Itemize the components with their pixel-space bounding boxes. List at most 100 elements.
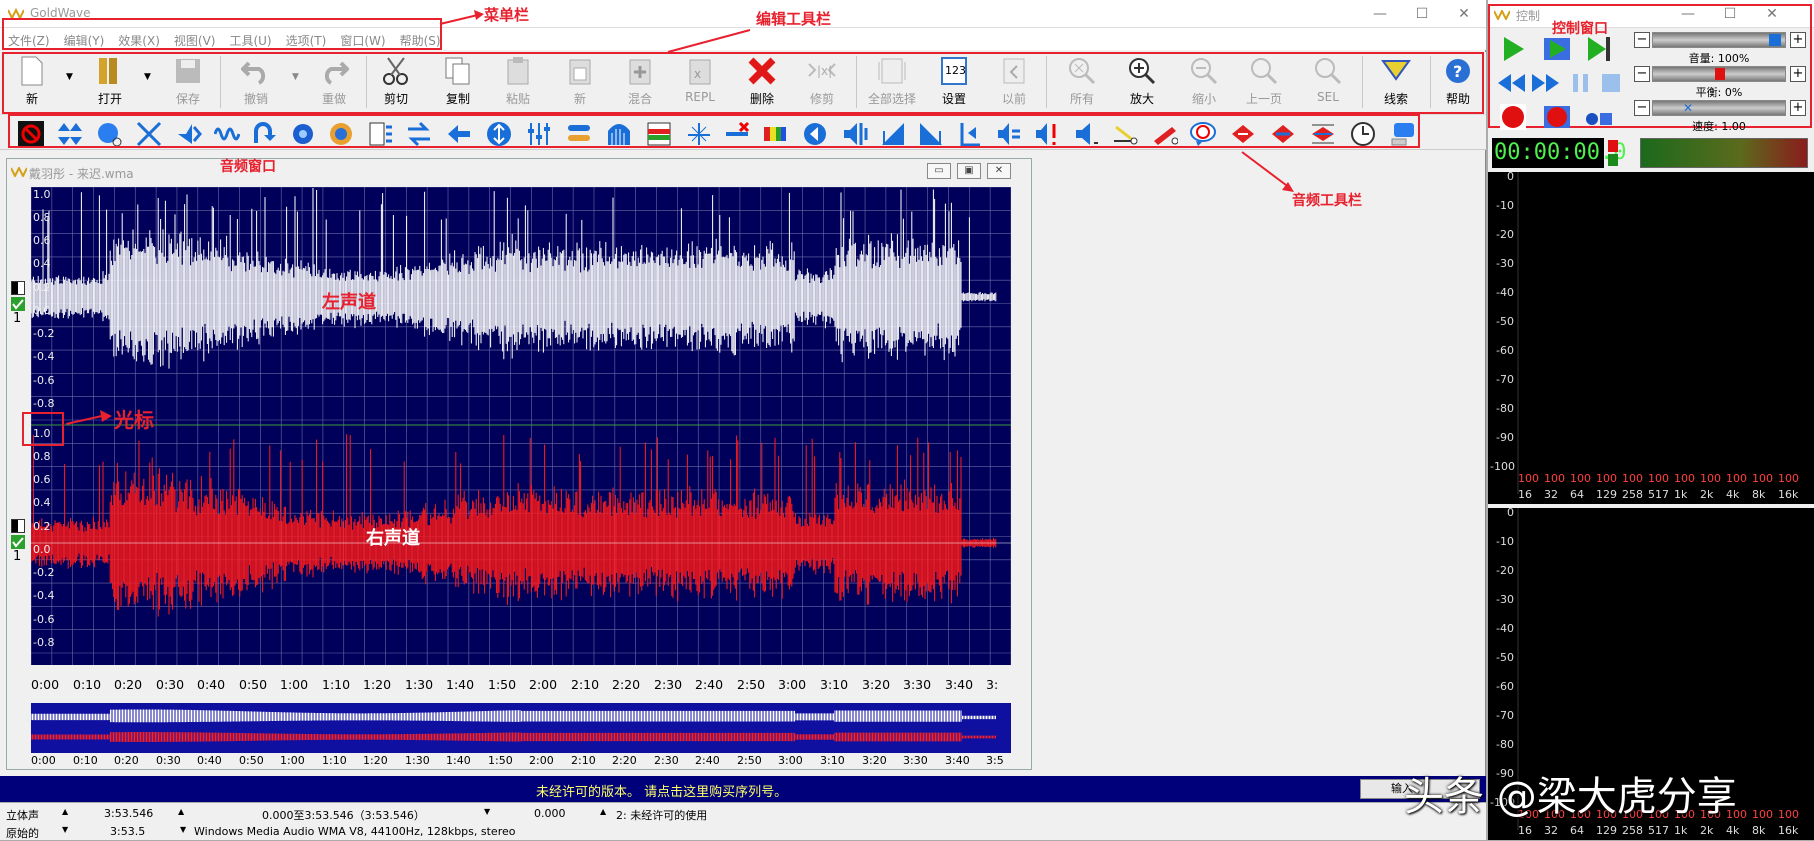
- cue-button[interactable]: 线索: [1368, 54, 1424, 110]
- status-cursor-spin-icon[interactable]: ▲: [600, 807, 606, 816]
- close-button[interactable]: ✕: [1442, 2, 1486, 26]
- previous-button[interactable]: 以前: [986, 54, 1042, 110]
- status-channels-spin-icon[interactable]: ▲: [62, 807, 68, 816]
- remove-icon[interactable]: [1230, 121, 1256, 147]
- volume-increase-button[interactable]: +: [1790, 32, 1806, 48]
- noise-reduction-icon[interactable]: [724, 121, 750, 147]
- volume-shape-icon[interactable]: [486, 121, 512, 147]
- right-channel-select-box[interactable]: [11, 519, 25, 533]
- echo-icon[interactable]: [176, 121, 202, 147]
- spectrum-icon[interactable]: [646, 121, 672, 147]
- speed-decrease-button[interactable]: −: [1634, 100, 1650, 116]
- channel-split-icon[interactable]: [842, 121, 868, 147]
- control-maximize-button[interactable]: ☐: [1710, 2, 1750, 26]
- control-close-button[interactable]: ✕: [1752, 2, 1792, 26]
- mix-button[interactable]: 混合: [612, 54, 668, 110]
- menu-window[interactable]: 窗口(W): [332, 28, 391, 49]
- status-original-length-dropdown-icon[interactable]: ▼: [180, 825, 186, 834]
- flanger-icon[interactable]: [328, 121, 354, 147]
- filter-icon[interactable]: [566, 121, 592, 147]
- license-message[interactable]: 未经许可的版本。 请点击这里购买序列号。: [536, 781, 787, 800]
- control-minimize-button[interactable]: —: [1668, 2, 1708, 26]
- doppler-icon[interactable]: [96, 121, 122, 147]
- minimize-button[interactable]: —: [1358, 2, 1402, 26]
- zoom-sel-button[interactable]: SEL: [1300, 54, 1356, 110]
- zoom-all-button[interactable]: 所有: [1054, 54, 1110, 110]
- menu-effect[interactable]: 效果(X): [110, 28, 166, 49]
- record-selection-button[interactable]: [1542, 102, 1572, 132]
- bandpass-icon[interactable]: [606, 121, 632, 147]
- marker-icon[interactable]: [1152, 121, 1178, 147]
- right-channel-checkbox[interactable]: [11, 535, 25, 549]
- stop-effect-icon[interactable]: [18, 121, 44, 147]
- help-button[interactable]: ? 帮助: [1434, 54, 1482, 110]
- equalizer-icon[interactable]: [526, 121, 552, 147]
- cut-button[interactable]: 剪切: [368, 54, 424, 110]
- status-original-dropdown-icon[interactable]: ▼: [62, 825, 68, 834]
- menu-help[interactable]: 帮助(S): [392, 28, 447, 49]
- talk-over-icon[interactable]: [1190, 121, 1216, 147]
- left-channel-checkbox[interactable]: [11, 297, 25, 311]
- status-length-spin-icon[interactable]: ▲: [178, 807, 184, 816]
- sound-restore-button[interactable]: ▣: [957, 163, 981, 179]
- sound-minimize-button[interactable]: ▭: [927, 163, 951, 179]
- waveform-display[interactable]: 1.0 0.8 0.6 0.4 0.2 0.0 -0.2 -0.4 -0.6 -…: [31, 187, 1011, 665]
- status-selection-dropdown-icon[interactable]: ▼: [484, 807, 490, 816]
- trim-button[interactable]: |x| 修剪: [794, 54, 850, 110]
- record-options-button[interactable]: [1584, 104, 1614, 134]
- play-button[interactable]: [1498, 34, 1528, 64]
- balance-slider[interactable]: [1652, 66, 1786, 82]
- play-from-cursor-button[interactable]: [1584, 34, 1614, 64]
- maximize-button[interactable]: ☐: [1400, 2, 1444, 26]
- sound-close-button[interactable]: ✕: [987, 163, 1011, 179]
- crossfade-icon[interactable]: [136, 121, 162, 147]
- speaker-icon[interactable]: [1074, 121, 1100, 147]
- fade-in-icon[interactable]: [880, 121, 906, 147]
- new-dropdown-icon[interactable]: ▼: [66, 72, 73, 82]
- volume-slider[interactable]: [1652, 32, 1786, 48]
- undo-dropdown-icon[interactable]: ▼: [292, 72, 299, 82]
- silence-icon[interactable]: [1112, 121, 1138, 147]
- speed-slider[interactable]: ✕: [1652, 100, 1786, 116]
- set-button[interactable]: 123 设置: [926, 54, 982, 110]
- pitch-icon[interactable]: [686, 121, 712, 147]
- gear-effect-icon[interactable]: [290, 121, 316, 147]
- replace-button[interactable]: x REPL: [672, 54, 728, 110]
- time-warp-icon[interactable]: [1350, 121, 1376, 147]
- delete-button[interactable]: 删除: [734, 54, 790, 110]
- save-button[interactable]: 保存: [160, 54, 216, 110]
- play-selection-button[interactable]: [1542, 34, 1572, 64]
- menu-view[interactable]: 视图(V): [166, 28, 222, 49]
- balance-increase-button[interactable]: +: [1790, 66, 1806, 82]
- license-bar[interactable]: 未经许可的版本。 请点击这里购买序列号。 输入: [0, 776, 1486, 802]
- menu-edit[interactable]: 编辑(Y): [56, 28, 111, 49]
- prev-page-button[interactable]: 上一页: [1236, 54, 1292, 110]
- reverse-icon[interactable]: [406, 121, 432, 147]
- time-ruler[interactable]: 0:00 0:10 0:20 0:30 0:40 0:50 1:00 1:10 1:20 1:30…: [31, 665, 1011, 695]
- spectrum-filter-icon[interactable]: [762, 121, 788, 147]
- left-channel-select-box[interactable]: [11, 281, 25, 295]
- fast-forward-button[interactable]: [1530, 68, 1560, 98]
- speed-increase-button[interactable]: +: [1790, 100, 1806, 116]
- open-dropdown-icon[interactable]: ▼: [144, 72, 151, 82]
- mechanize-icon[interactable]: [1310, 121, 1336, 147]
- zoom-out-button[interactable]: 缩小: [1176, 54, 1232, 110]
- mark-left-icon[interactable]: [958, 121, 984, 147]
- maximize-volume-icon[interactable]: [1034, 121, 1060, 147]
- open-button[interactable]: 打开: [82, 54, 138, 110]
- copy-button[interactable]: 复制: [430, 54, 486, 110]
- record-button[interactable]: [1498, 102, 1528, 132]
- menu-tools[interactable]: 工具(U): [221, 28, 277, 49]
- loop-icon[interactable]: [250, 121, 276, 147]
- overview-waveform[interactable]: [31, 703, 1011, 753]
- invert-icon[interactable]: [368, 121, 394, 147]
- volume-decrease-button[interactable]: −: [1634, 32, 1650, 48]
- zoom-in-button[interactable]: 放大: [1114, 54, 1170, 110]
- select-all-button[interactable]: 全部选择: [864, 54, 920, 110]
- insert-icon[interactable]: [1270, 121, 1296, 147]
- waveform-icon[interactable]: [214, 121, 240, 147]
- rewind-button[interactable]: [1496, 68, 1526, 98]
- paste-new-button[interactable]: 新: [552, 54, 608, 110]
- new-button[interactable]: 新: [4, 54, 60, 110]
- comment-icon[interactable]: [1390, 121, 1416, 147]
